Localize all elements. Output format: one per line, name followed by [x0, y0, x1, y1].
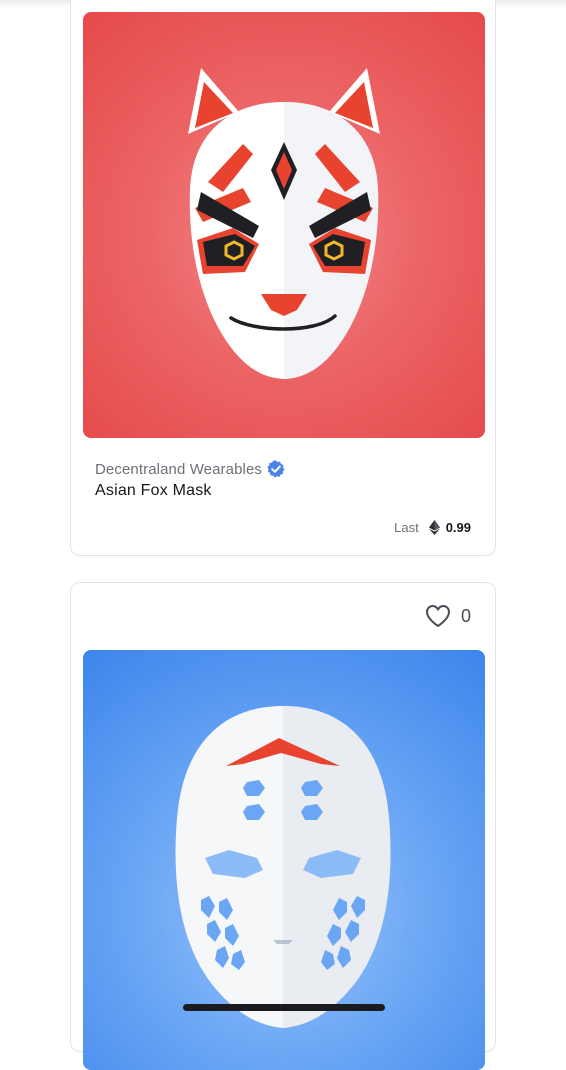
nft-image[interactable] — [83, 12, 485, 438]
collection-row[interactable]: Decentraland Wearables — [95, 459, 285, 479]
heart-outline-icon[interactable] — [425, 604, 451, 628]
price-label: Last — [394, 520, 419, 535]
fox-mask-illustration — [188, 68, 380, 379]
verified-check-icon — [267, 460, 285, 478]
like-count: 0 — [460, 605, 471, 626]
like-button[interactable]: 0 — [425, 604, 471, 628]
price-row: Last 0.99 — [394, 520, 471, 535]
ethereum-icon — [428, 520, 440, 535]
item-name[interactable]: Asian Fox Mask — [95, 482, 212, 500]
nft-card[interactable]: Decentraland Wearables Asian Fox Mask La… — [70, 0, 496, 556]
price-value: 0.99 — [445, 520, 471, 535]
collection-name[interactable]: Decentraland Wearables — [95, 461, 262, 478]
nft-card[interactable]: 0 — [70, 582, 496, 1070]
home-indicator[interactable] — [183, 1004, 385, 1011]
